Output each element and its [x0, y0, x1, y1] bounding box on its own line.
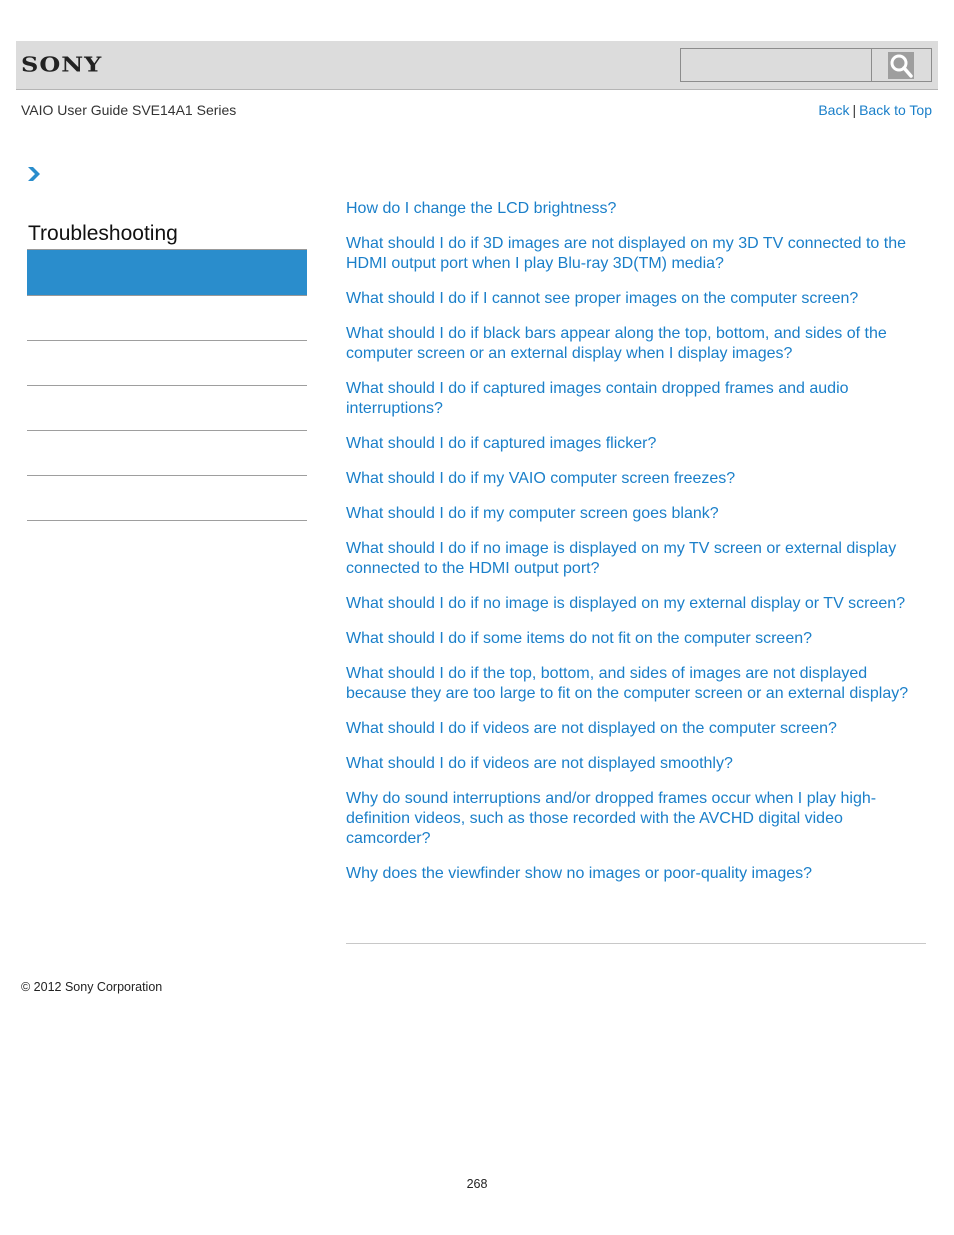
- faq-item: What should I do if no image is displaye…: [346, 594, 926, 614]
- back-link[interactable]: Back: [818, 102, 849, 118]
- faq-item: What should I do if captured images flic…: [346, 434, 926, 454]
- faq-link[interactable]: What should I do if some items do not fi…: [346, 629, 926, 649]
- faq-item: What should I do if 3D images are not di…: [346, 234, 926, 274]
- faq-link[interactable]: What should I do if captured images flic…: [346, 434, 926, 454]
- faq-item: What should I do if I cannot see proper …: [346, 289, 926, 309]
- faq-link[interactable]: What should I do if videos are not displ…: [346, 754, 926, 774]
- sidebar-item[interactable]: [27, 296, 307, 341]
- faq-item: What should I do if no image is displaye…: [346, 539, 926, 579]
- content-divider: [346, 943, 926, 944]
- faq-item: What should I do if my computer screen g…: [346, 504, 926, 524]
- faq-link[interactable]: What should I do if no image is displaye…: [346, 539, 926, 579]
- faq-link[interactable]: What should I do if 3D images are not di…: [346, 234, 926, 274]
- faq-link[interactable]: What should I do if the top, bottom, and…: [346, 664, 926, 704]
- back-to-top-link[interactable]: Back to Top: [859, 102, 932, 118]
- faq-link[interactable]: What should I do if videos are not displ…: [346, 719, 926, 739]
- sidebar-nav: [27, 249, 307, 521]
- faq-link[interactable]: What should I do if black bars appear al…: [346, 324, 926, 364]
- sidebar-item[interactable]: [27, 386, 307, 431]
- sidebar-item-active[interactable]: [27, 249, 307, 296]
- faq-link[interactable]: Why does the viewfinder show no images o…: [346, 864, 926, 884]
- sidebar-item[interactable]: [27, 431, 307, 476]
- faq-item: What should I do if some items do not fi…: [346, 629, 926, 649]
- link-separator: |: [852, 102, 857, 118]
- section-title: Troubleshooting: [28, 222, 178, 245]
- page-number: 268: [466, 1177, 488, 1191]
- faq-item: What should I do if the top, bottom, and…: [346, 664, 926, 704]
- faq-item: What should I do if black bars appear al…: [346, 324, 926, 364]
- top-links: Back | Back to Top: [818, 102, 932, 118]
- faq-link[interactable]: Why do sound interruptions and/or droppe…: [346, 789, 926, 849]
- magnifier-icon: [888, 52, 914, 79]
- faq-item: What should I do if videos are not displ…: [346, 754, 926, 774]
- faq-link[interactable]: What should I do if captured images cont…: [346, 379, 926, 419]
- sidebar-item[interactable]: [27, 341, 307, 386]
- search-input[interactable]: [680, 48, 872, 82]
- faq-item: Why does the viewfinder show no images o…: [346, 864, 926, 884]
- faq-link[interactable]: What should I do if no image is displaye…: [346, 594, 926, 614]
- faq-link[interactable]: How do I change the LCD brightness?: [346, 199, 926, 219]
- faq-list: How do I change the LCD brightness? What…: [346, 199, 926, 899]
- guide-title: VAIO User Guide SVE14A1 Series: [21, 102, 237, 118]
- site-header: SONY: [16, 41, 938, 90]
- faq-item: What should I do if captured images cont…: [346, 379, 926, 419]
- faq-item: What should I do if videos are not displ…: [346, 719, 926, 739]
- sony-logo: SONY: [21, 52, 103, 77]
- faq-link[interactable]: What should I do if my computer screen g…: [346, 504, 926, 524]
- faq-item: What should I do if my VAIO computer scr…: [346, 469, 926, 489]
- chevron-right-icon[interactable]: [27, 166, 41, 182]
- faq-item: Why do sound interruptions and/or droppe…: [346, 789, 926, 849]
- copyright: © 2012 Sony Corporation: [21, 980, 163, 994]
- faq-link[interactable]: What should I do if I cannot see proper …: [346, 289, 926, 309]
- faq-link[interactable]: What should I do if my VAIO computer scr…: [346, 469, 926, 489]
- search-button[interactable]: [871, 48, 932, 82]
- sidebar-item[interactable]: [27, 476, 307, 521]
- faq-item: How do I change the LCD brightness?: [346, 199, 926, 219]
